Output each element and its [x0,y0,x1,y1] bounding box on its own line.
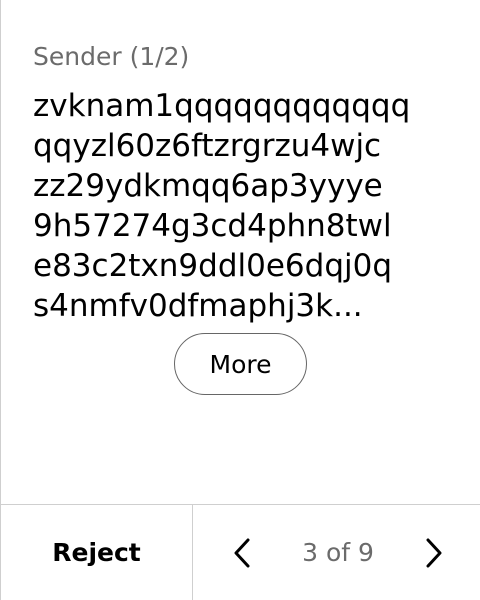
sender-address: zvknam1qqqqqqqqqqqq qqyzl60z6ftzrgrzu4wj… [33,86,473,326]
chevron-right-icon [426,538,442,568]
chevron-left-icon [234,538,250,568]
sender-address-line: zz29ydkmqq6ap3yyye [33,168,383,204]
sender-address-line: qqyzl60z6ftzrgrzu4wjc [33,128,382,164]
sender-address-line: 9h57274g3cd4phn8twl [33,208,392,244]
footer-bar: Reject 3 of 9 [1,504,480,600]
page-indicator: 3 of 9 [302,538,374,567]
sender-address-line: s4nmfv0dfmaphj3k... [33,288,363,324]
previous-page-button[interactable] [224,533,264,573]
sender-label: Sender (1/2) [33,42,190,71]
pager: 3 of 9 [194,505,480,600]
sender-section: Sender (1/2) zvknam1qqqqqqqqqqqq qqyzl60… [33,40,473,326]
more-button-wrap: More [174,333,307,395]
sender-address-line: zvknam1qqqqqqqqqqqq [33,88,411,124]
review-screen: Sender (1/2) zvknam1qqqqqqqqqqqq qqyzl60… [0,0,480,600]
sender-address-line: e83c2txn9ddl0e6dqj0q [33,248,393,284]
reject-button[interactable]: Reject [1,505,193,600]
more-button[interactable]: More [174,333,307,395]
next-page-button[interactable] [412,533,452,573]
